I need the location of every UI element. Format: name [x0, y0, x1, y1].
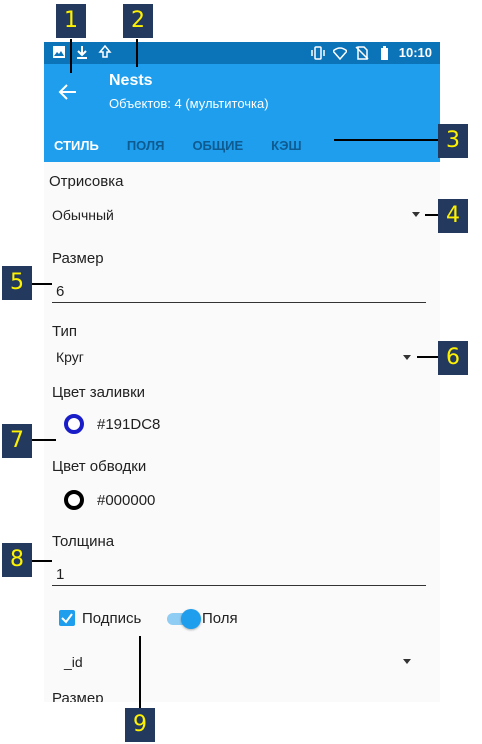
download-icon — [77, 46, 87, 59]
tab-cache[interactable]: КЭШ — [271, 130, 301, 162]
callout-1: 1 — [56, 4, 86, 38]
tab-style[interactable]: СТИЛЬ — [54, 130, 99, 162]
vibrate-icon — [311, 45, 325, 60]
fields-switch-thumb[interactable] — [181, 609, 201, 629]
thickness-input[interactable]: 1 — [56, 566, 64, 583]
fill-color-label: Цвет заливки — [52, 384, 146, 401]
app-bar: Nests Объектов: 4 (мультиточка) СТИЛЬ ПО… — [44, 64, 440, 162]
callout-5: 5 — [2, 266, 32, 300]
callout-4-line — [425, 214, 438, 216]
thickness-label: Толщина — [52, 533, 115, 550]
tab-fields[interactable]: ПОЛЯ — [127, 130, 165, 162]
type-dropdown-arrow-icon[interactable] — [403, 355, 411, 360]
caption-label[interactable]: Подпись — [82, 610, 141, 627]
render-dropdown[interactable]: Обычный — [52, 207, 114, 223]
size-input-underline — [52, 302, 426, 303]
callout-3-line — [334, 139, 438, 141]
back-arrow-icon[interactable] — [56, 80, 80, 104]
callout-6-line — [417, 356, 438, 358]
layer-title: Nests — [109, 72, 153, 89]
callout-7-line — [32, 439, 56, 441]
battery-icon — [380, 45, 388, 60]
render-dropdown-arrow-icon[interactable] — [412, 212, 420, 217]
tab-bar: СТИЛЬ ПОЛЯ ОБЩИЕ КЭШ — [44, 130, 440, 162]
caption-checkbox[interactable] — [59, 610, 75, 626]
callout-3: 3 — [438, 124, 468, 158]
size2-label: Размер — [52, 690, 104, 702]
check-icon — [61, 613, 73, 624]
stroke-color-value[interactable]: #000000 — [97, 492, 155, 509]
callout-9-line — [139, 636, 141, 708]
wifi-icon — [332, 46, 347, 60]
stroke-color-swatch[interactable] — [64, 490, 84, 510]
callout-8: 8 — [2, 543, 32, 577]
fill-color-value[interactable]: #191DC8 — [97, 416, 160, 433]
type-dropdown[interactable]: Круг — [56, 349, 84, 365]
callout-2: 2 — [123, 4, 153, 38]
callout-6: 6 — [438, 341, 468, 375]
callout-9: 9 — [125, 708, 155, 742]
upload-icon — [98, 45, 112, 58]
size-label: Размер — [52, 250, 104, 267]
stroke-color-label: Цвет обводки — [52, 458, 147, 475]
clock: 10:10 — [398, 45, 432, 60]
phone-screen: 10:10 Nests Объектов: 4 (мультиточка) СТ… — [44, 42, 440, 702]
callout-2-line — [136, 39, 138, 67]
callout-1-line — [70, 39, 72, 73]
callout-4: 4 — [438, 199, 468, 233]
callout-8-line — [32, 560, 52, 562]
fields-switch-label[interactable]: Поля — [202, 610, 238, 627]
field-dropdown[interactable]: _id — [64, 654, 83, 670]
render-label: Отрисовка — [49, 173, 124, 190]
type-label: Тип — [52, 323, 78, 340]
image-icon — [53, 46, 65, 58]
layer-subtitle: Объектов: 4 (мультиточка) — [109, 96, 269, 111]
field-dropdown-arrow-icon[interactable] — [403, 659, 411, 664]
tab-general[interactable]: ОБЩИЕ — [192, 130, 243, 162]
callout-5-line — [32, 283, 52, 285]
no-sim-icon — [355, 45, 369, 60]
status-bar: 10:10 — [44, 42, 440, 64]
size-input[interactable]: 6 — [56, 283, 64, 300]
thickness-input-underline — [52, 585, 426, 586]
fill-color-swatch[interactable] — [64, 414, 84, 434]
callout-7: 7 — [2, 424, 32, 458]
